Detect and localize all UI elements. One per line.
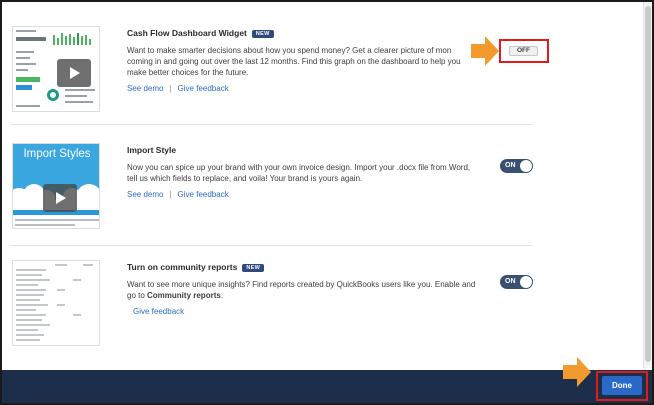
- thumb-progress-green: [16, 77, 40, 82]
- modal-footer: [2, 370, 652, 403]
- feature-description: Want to see more unique insights? Find r…: [127, 280, 476, 301]
- feature-description: Now you can spice up your brand with you…: [127, 163, 471, 184]
- play-icon[interactable]: [43, 184, 77, 212]
- toggle-highlight-box: OFF: [499, 39, 549, 63]
- thumb-chart-bar: [69, 34, 71, 45]
- feature-description: Want to make smarter decisions about how…: [127, 46, 461, 78]
- thumb-text-line: [16, 57, 30, 59]
- thumb-report-value: [73, 314, 81, 316]
- toggle-knob: [520, 160, 532, 172]
- thumb-report-line: [16, 294, 44, 296]
- thumb-report-value: [57, 289, 65, 291]
- thumb-text-line: [16, 51, 34, 53]
- feature-title: Cash Flow Dashboard Widget NEW: [127, 28, 274, 38]
- vertical-scrollbar[interactable]: [643, 2, 652, 368]
- thumb-cloud: [91, 190, 99, 206]
- thumb-text-line: [65, 95, 87, 97]
- thumb-heading: [16, 30, 36, 32]
- feature-links: See demo | Give feedback: [127, 190, 229, 199]
- import-style-toggle[interactable]: ON: [500, 159, 533, 173]
- thumb-donut-chart: [47, 89, 59, 101]
- thumb-chart-bar: [73, 37, 75, 45]
- thumb-report-line: [16, 339, 40, 341]
- thumb-text-line: [65, 89, 95, 91]
- thumb-chart-bar: [53, 35, 55, 45]
- thumb-report-line: [16, 324, 50, 326]
- feature-title: Import Style: [127, 145, 177, 155]
- thumb-report-line: [16, 304, 48, 306]
- thumb-chart-bar: [81, 36, 83, 45]
- community-reports-emphasis: Community reports: [147, 291, 221, 301]
- thumb-report-line: [16, 319, 42, 321]
- import-style-demo-thumbnail[interactable]: Import Styles: [12, 143, 100, 229]
- thumb-text-line: [16, 63, 36, 65]
- see-demo-link[interactable]: See demo: [127, 84, 163, 93]
- feature-links: See demo | Give feedback: [127, 84, 229, 93]
- give-feedback-link[interactable]: Give feedback: [133, 307, 184, 316]
- thumb-text-line: [16, 69, 28, 71]
- annotation-arrow-icon: [563, 357, 591, 387]
- give-feedback-link[interactable]: Give feedback: [178, 84, 229, 93]
- toggle-state-label: OFF: [517, 47, 530, 54]
- done-button[interactable]: Done: [602, 376, 642, 395]
- new-badge: NEW: [242, 264, 265, 272]
- thumb-report-line: [16, 269, 46, 271]
- link-separator: |: [169, 190, 172, 199]
- play-icon[interactable]: [57, 59, 91, 87]
- section-divider: [10, 245, 532, 246]
- link-separator: |: [169, 84, 172, 93]
- done-highlight-box: Done: [596, 371, 648, 401]
- toggle-state-label: ON: [505, 278, 516, 285]
- feature-links: Give feedback: [133, 307, 184, 316]
- thumb-report-line: [16, 284, 38, 286]
- thumb-report-line: [83, 264, 93, 266]
- thumb-report-line: [16, 299, 40, 301]
- thumb-chart-bar: [85, 35, 87, 45]
- cash-flow-toggle[interactable]: OFF: [509, 46, 538, 56]
- community-reports-thumbnail: [12, 260, 100, 346]
- thumb-report-line: [16, 309, 36, 311]
- thumb-progress-blue: [16, 85, 32, 90]
- thumb-report-value: [73, 279, 81, 281]
- thumb-text-line: [65, 101, 93, 103]
- thumb-table-row: [15, 224, 75, 226]
- thumb-report-line: [16, 334, 44, 336]
- cash-flow-demo-thumbnail[interactable]: [12, 26, 100, 112]
- section-divider: [10, 124, 532, 125]
- thumb-report-line: [16, 289, 46, 291]
- thumb-table-row: [15, 219, 99, 221]
- thumb-amount: [16, 37, 46, 41]
- new-badge: NEW: [251, 30, 274, 38]
- thumb-report-value: [57, 304, 65, 306]
- thumb-chart-bar: [77, 33, 79, 45]
- scrollbar-thumb[interactable]: [645, 6, 651, 362]
- thumb-chart-bar: [61, 33, 63, 45]
- thumb-text-line: [16, 105, 40, 107]
- thumb-report-line: [16, 274, 42, 276]
- see-demo-link[interactable]: See demo: [127, 190, 163, 199]
- annotation-arrow-icon: [471, 36, 499, 66]
- thumb-chart-bar: [57, 38, 59, 45]
- thumb-banner-title: Import Styles: [23, 148, 91, 160]
- community-reports-toggle[interactable]: ON: [500, 275, 533, 289]
- toggle-knob: [520, 276, 532, 288]
- thumb-report-line: [55, 264, 67, 266]
- thumb-report-line: [16, 314, 46, 316]
- thumb-report-line: [16, 329, 38, 331]
- feature-title: Turn on community reports NEW: [127, 262, 265, 272]
- thumb-report-line: [16, 279, 50, 281]
- thumb-chart-bar: [89, 39, 91, 45]
- thumb-chart-bar: [65, 36, 67, 45]
- give-feedback-link[interactable]: Give feedback: [178, 190, 229, 199]
- toggle-state-label: ON: [505, 162, 516, 169]
